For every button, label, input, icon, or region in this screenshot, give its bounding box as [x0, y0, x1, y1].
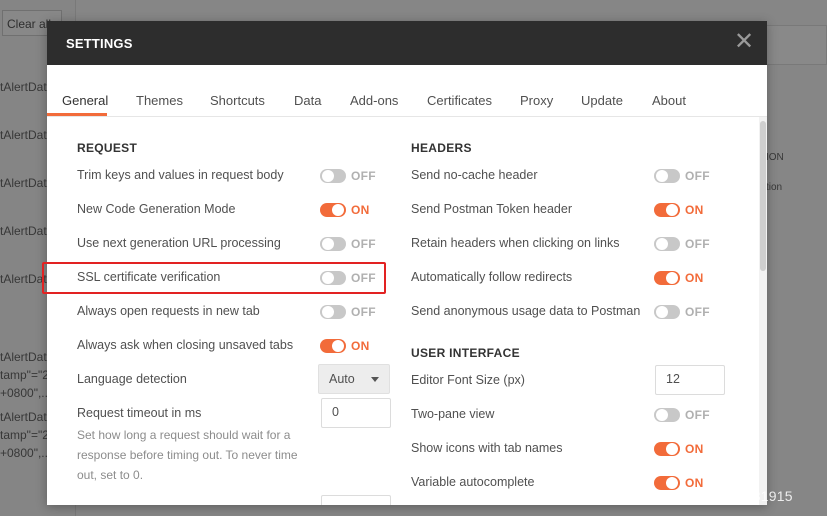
setting-label: Show icons with tab names — [411, 441, 563, 455]
setting-label: Send Postman Token header — [411, 202, 572, 216]
toggle-state: OFF — [351, 305, 376, 319]
setting-label: Always ask when closing unsaved tabs — [77, 338, 294, 352]
editor-font-size-input[interactable]: 12 — [655, 365, 725, 395]
tab-add-ons[interactable]: Add-ons — [350, 93, 398, 108]
toggle-state: OFF — [685, 169, 710, 183]
toggle-ssl-verification[interactable]: OFF — [320, 270, 380, 286]
select-value: Auto — [329, 372, 355, 386]
toggle-no-cache-header[interactable]: OFF — [654, 168, 714, 184]
toggle-knob — [322, 238, 334, 250]
timeout-description: Set how long a request should wait for a… — [77, 428, 298, 482]
tab-update[interactable]: Update — [581, 93, 623, 108]
setting-label: Variable autocomplete — [411, 475, 535, 489]
toggle-knob — [656, 170, 668, 182]
setting-label: Send no-cache header — [411, 168, 538, 182]
toggle-state: OFF — [351, 271, 376, 285]
tab-themes[interactable]: Themes — [136, 93, 183, 108]
settings-modal: SETTINGS ✕ General Themes Shortcuts Data… — [47, 21, 767, 505]
setting-label: Automatically follow redirects — [411, 270, 573, 284]
setting-label: Editor Font Size (px) — [411, 373, 525, 387]
section-title-request: REQUEST — [77, 141, 138, 155]
toggle-retain-headers[interactable]: OFF — [654, 236, 714, 252]
toggle-knob — [322, 306, 334, 318]
setting-label: Language detection — [77, 372, 187, 386]
section-title-headers: HEADERS — [411, 141, 472, 155]
toggle-knob — [666, 443, 678, 455]
tab-about[interactable]: About — [652, 93, 686, 108]
toggle-follow-redirects[interactable]: ON — [654, 270, 714, 286]
setting-label: Request timeout in ms — [77, 406, 202, 420]
toggle-knob — [322, 272, 334, 284]
section-title-user-interface: USER INTERFACE — [411, 346, 520, 360]
scrollbar-thumb[interactable] — [760, 121, 766, 271]
toggle-postman-token-header[interactable]: ON — [654, 202, 714, 218]
toggle-knob — [332, 340, 344, 352]
setting-label: Two-pane view — [411, 407, 495, 421]
toggle-knob — [666, 204, 678, 216]
setting-label: New Code Generation Mode — [77, 202, 236, 216]
settings-scrollbar[interactable] — [759, 117, 767, 505]
toggle-new-code-generation[interactable]: ON — [320, 202, 380, 218]
toggle-state: ON — [685, 271, 704, 285]
toggle-knob — [332, 204, 344, 216]
watermark: https://blog.csdn.net/baidu_38131915 — [552, 488, 793, 504]
toggle-state: OFF — [351, 237, 376, 251]
chevron-down-icon — [371, 377, 379, 382]
toggle-tab-icons[interactable]: ON — [654, 441, 714, 457]
tab-proxy[interactable]: Proxy — [520, 93, 553, 108]
toggle-state: OFF — [351, 169, 376, 183]
setting-label: Send anonymous usage data to Postman — [411, 304, 641, 318]
modal-header: SETTINGS ✕ — [47, 21, 767, 65]
toggle-state: ON — [351, 339, 370, 353]
toggle-knob — [656, 409, 668, 421]
settings-content: REQUEST Trim keys and values in request … — [47, 117, 759, 505]
toggle-state: ON — [685, 442, 704, 456]
tab-certificates[interactable]: Certificates — [427, 93, 492, 108]
toggle-state: OFF — [685, 237, 710, 251]
setting-label: Always open requests in new tab — [77, 304, 260, 318]
toggle-usage-data[interactable]: OFF — [654, 304, 714, 320]
close-icon[interactable]: ✕ — [733, 30, 755, 54]
setting-label: Use next generation URL processing — [77, 236, 281, 250]
toggle-knob — [656, 238, 668, 250]
tab-data[interactable]: Data — [294, 93, 321, 108]
toggle-trim-keys[interactable]: OFF — [320, 168, 380, 184]
timeout-input[interactable]: 0 — [321, 398, 391, 428]
tab-shortcuts[interactable]: Shortcuts — [210, 93, 265, 108]
toggle-state: ON — [351, 203, 370, 217]
toggle-ask-unsaved-tabs[interactable]: ON — [320, 338, 380, 354]
toggle-state: OFF — [685, 408, 710, 422]
toggle-url-processing[interactable]: OFF — [320, 236, 380, 252]
partial-input[interactable] — [321, 495, 391, 505]
setting-label: Retain headers when clicking on links — [411, 236, 620, 250]
language-detection-select[interactable]: Auto — [318, 364, 390, 394]
toggle-knob — [666, 272, 678, 284]
toggle-knob — [322, 170, 334, 182]
modal-title: SETTINGS — [66, 36, 133, 51]
active-tab-indicator — [47, 113, 107, 116]
toggle-open-new-tab[interactable]: OFF — [320, 304, 380, 320]
toggle-two-pane-view[interactable]: OFF — [654, 407, 714, 423]
toggle-state: ON — [685, 203, 704, 217]
settings-tabs: General Themes Shortcuts Data Add-ons Ce… — [47, 65, 767, 117]
toggle-state: OFF — [685, 305, 710, 319]
toggle-knob — [656, 306, 668, 318]
setting-label: SSL certificate verification — [77, 270, 221, 284]
setting-label: Trim keys and values in request body — [77, 168, 284, 182]
tab-general[interactable]: General — [62, 93, 108, 108]
